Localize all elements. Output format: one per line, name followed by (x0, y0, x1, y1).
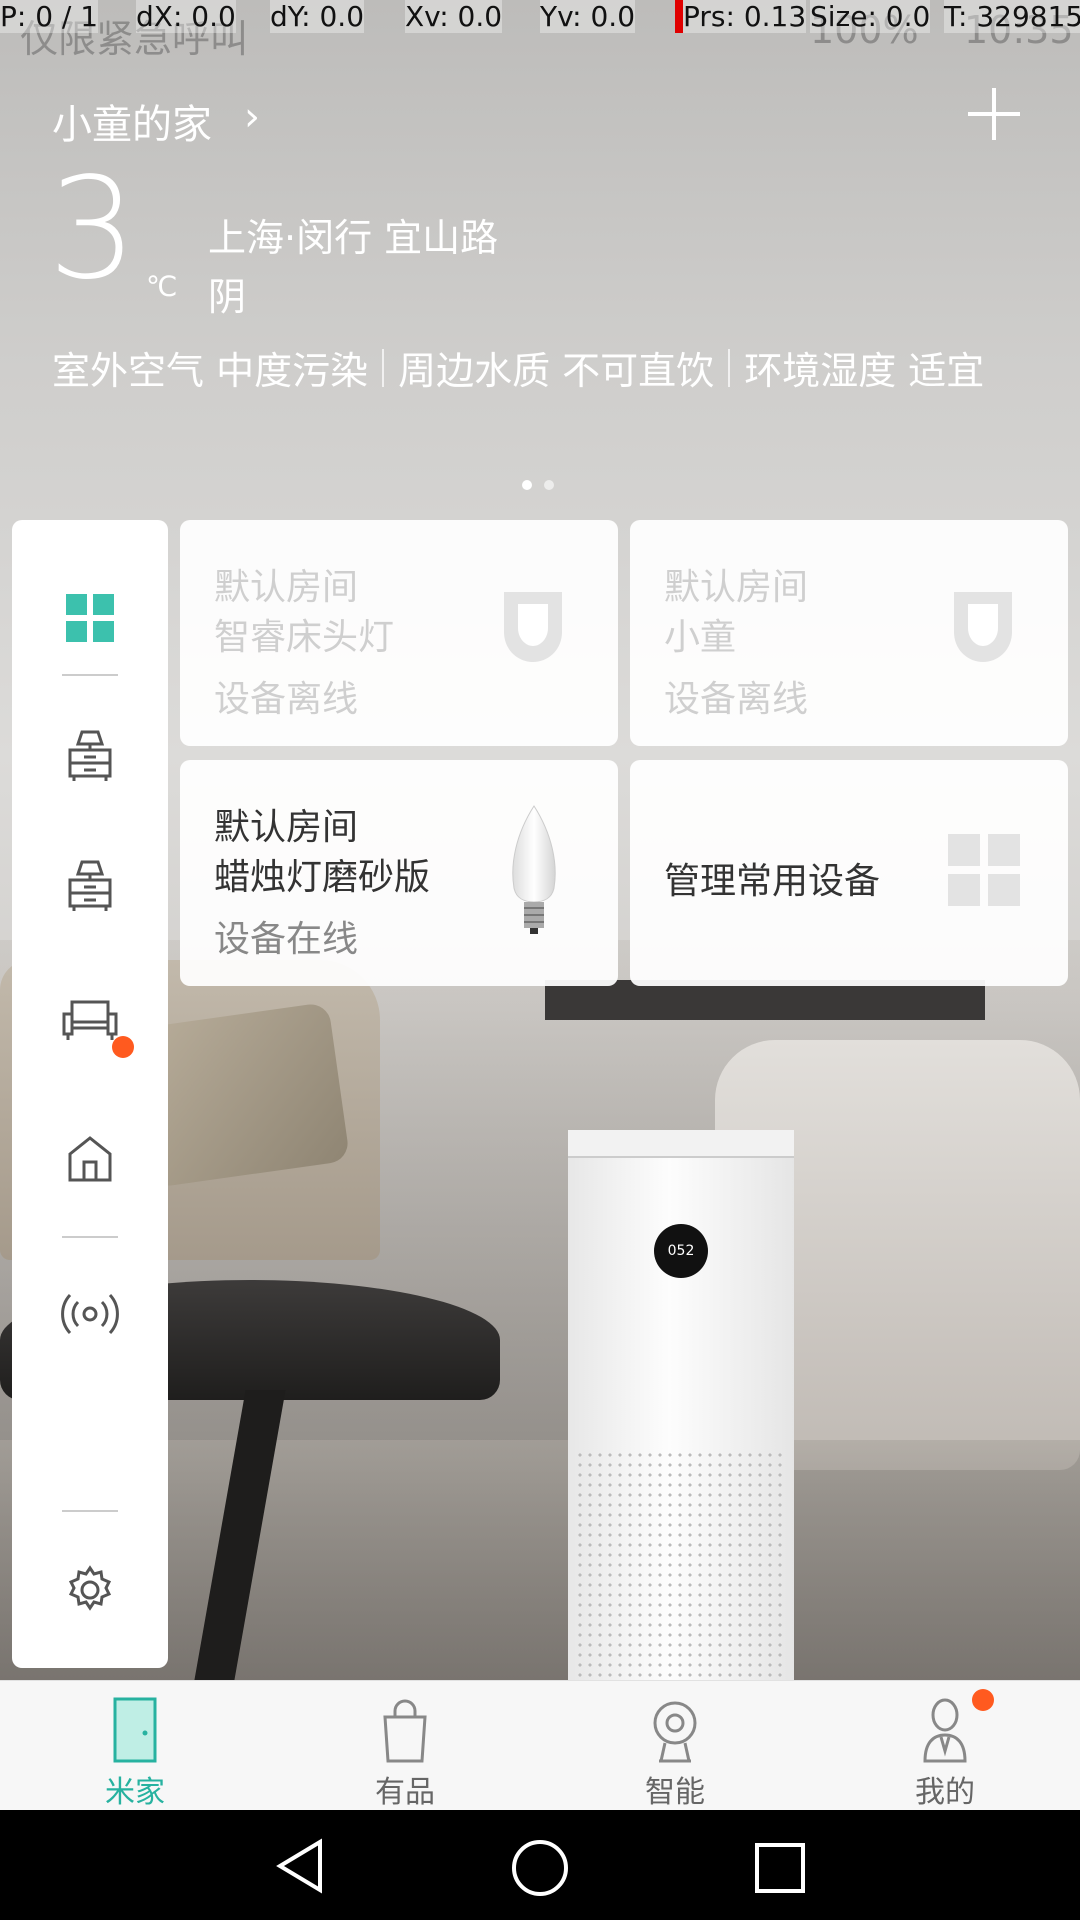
manage-devices-label: 管理常用设备 (664, 861, 881, 902)
env-humidity: 环境湿度 适宜 (744, 349, 985, 393)
notification-badge (972, 1689, 994, 1711)
house-icon[interactable] (12, 1108, 168, 1208)
debug-size: Size: 0.0 (810, 0, 931, 33)
card-status: 设备在线 (214, 919, 359, 960)
card-status: 设备离线 (664, 679, 809, 720)
environment-info[interactable]: 室外空气 中度污染 周边水质 不可直饮 环境湿度 适宜 (52, 340, 984, 395)
grid-icon[interactable] (12, 568, 168, 668)
add-device-button[interactable] (968, 88, 1020, 140)
tab-youpin[interactable]: 有品 (270, 1681, 540, 1811)
back-icon[interactable] (272, 1838, 328, 1894)
divider (62, 1510, 118, 1512)
page-indicator (522, 480, 554, 490)
temperature-unit: ℃ (146, 270, 178, 303)
device-card-candle-lamp[interactable]: 默认房间 蜡烛灯磨砂版 设备在线 (180, 760, 618, 986)
room-sidebar (12, 520, 168, 1668)
room-icon[interactable] (12, 836, 168, 936)
bottom-navigation: 米家 有品 智能 我的 (0, 1680, 1080, 1811)
air-purifier-display: 052 (654, 1224, 708, 1278)
tab-label: 米家 (105, 1775, 165, 1810)
manage-devices-card[interactable]: 管理常用设备 (630, 760, 1068, 986)
person-icon (923, 1698, 967, 1763)
tab-mine[interactable]: 我的 (810, 1681, 1080, 1811)
door-icon (113, 1697, 157, 1763)
tab-label: 智能 (645, 1775, 705, 1810)
tab-label: 有品 (375, 1775, 435, 1810)
card-device-name: 小童 (664, 617, 737, 658)
device-card-bedside-lamp[interactable]: 默认房间 智睿床头灯 设备离线 (180, 520, 618, 746)
grid-icon (948, 834, 1020, 906)
room-icon[interactable] (12, 706, 168, 806)
notification-badge (112, 1036, 134, 1058)
air-purifier-grill (575, 1450, 787, 1680)
debug-t: T: 329815 (944, 0, 1080, 33)
debug-xv: Xv: 0.0 (405, 0, 503, 33)
divider (382, 348, 385, 387)
mijia-logo-icon (504, 592, 562, 662)
system-navigation-bar (0, 1810, 1080, 1920)
status-bar: 仅限紧急呼叫 100% 10:35 P: 0 / 1 dX: 0.0 dY: 0… (0, 0, 1080, 61)
tab-smart[interactable]: 智能 (540, 1681, 810, 1811)
tab-mijia[interactable]: 米家 (0, 1681, 270, 1811)
device-card-xiaotong[interactable]: 默认房间 小童 设备离线 (630, 520, 1068, 746)
card-device-name: 蜡烛灯磨砂版 (214, 857, 431, 898)
card-room: 默认房间 (214, 807, 359, 848)
bulb-icon (512, 805, 556, 934)
divider (62, 1236, 118, 1238)
debug-p: P: 0 / 1 (0, 0, 99, 33)
divider (62, 674, 118, 676)
chevron-right-icon[interactable]: › (244, 94, 260, 140)
debug-dx: dX: 0.0 (136, 0, 236, 33)
env-water-quality: 周边水质 不可直饮 (398, 349, 715, 393)
page-dot-2 (544, 480, 554, 490)
debug-yv: Yv: 0.0 (540, 0, 636, 33)
divider (728, 348, 731, 387)
signal-icon[interactable] (12, 1264, 168, 1364)
env-air-quality: 室外空气 中度污染 (52, 349, 369, 393)
card-status: 设备离线 (214, 679, 359, 720)
bag-icon (383, 1699, 427, 1763)
location-text[interactable]: 上海·闵行 宜山路 (208, 207, 498, 262)
home-circle-icon[interactable] (510, 1838, 570, 1898)
recents-icon[interactable] (754, 1842, 806, 1894)
weather-text: 阴 (208, 275, 247, 319)
debug-prs: Prs: 0.13 (675, 0, 807, 33)
card-room: 默认房间 (214, 567, 359, 608)
air-purifier-top (568, 1130, 794, 1158)
card-room: 默认房间 (664, 567, 809, 608)
gear-icon[interactable] (12, 1540, 168, 1640)
page-dot-1 (522, 480, 532, 490)
sofa-icon[interactable] (12, 970, 168, 1070)
tab-label: 我的 (915, 1775, 975, 1810)
camera-icon (653, 1701, 697, 1763)
side-table-image (545, 980, 985, 1020)
mijia-logo-icon (954, 592, 1012, 662)
debug-dy: dY: 0.0 (270, 0, 365, 33)
temperature-value: 3 (48, 148, 138, 311)
card-device-name: 智睿床头灯 (214, 617, 395, 658)
home-name[interactable]: 小童的家 (52, 92, 212, 150)
